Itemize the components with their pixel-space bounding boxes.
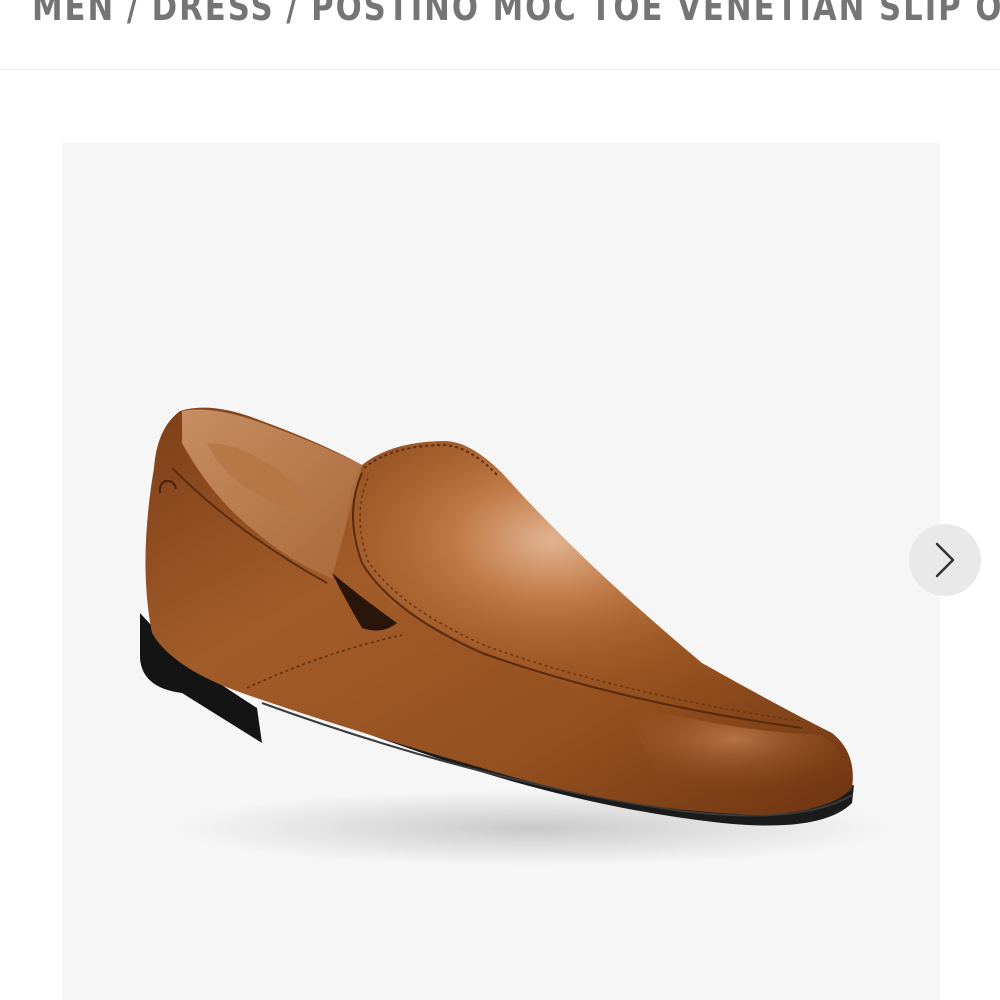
breadcrumb-separator: / [126,0,141,29]
breadcrumb-link-men[interactable]: MEN [32,0,115,29]
breadcrumb-link-dress[interactable]: DRESS [152,0,275,29]
product-page: MEN / DRESS / POSTINO MOC TOE VENETIAN SLIP … [0,0,1000,1000]
breadcrumb: MEN / DRESS / POSTINO MOC TOE VENETIAN SLIP … [32,0,1000,29]
chevron-right-icon [935,542,955,578]
breadcrumb-separator: / [286,0,300,29]
breadcrumb-current-product: POSTINO MOC TOE VENETIAN SLIP ON [311,0,1000,29]
next-image-button[interactable] [909,524,981,596]
breadcrumb-bar: MEN / DRESS / POSTINO MOC TOE VENETIAN SLIP … [0,0,1000,70]
product-image [140,407,892,866]
product-image-gallery[interactable] [62,143,940,1000]
